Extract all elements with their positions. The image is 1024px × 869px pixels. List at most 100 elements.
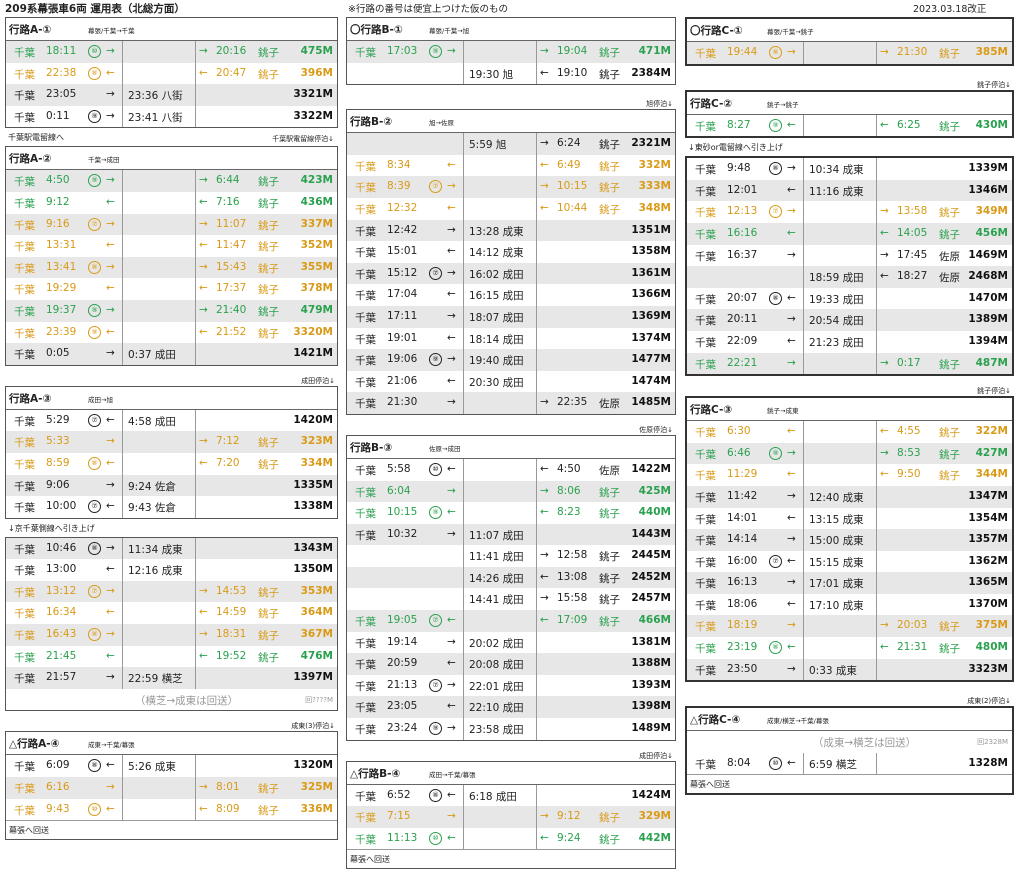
direction-arrow: ← — [106, 325, 115, 338]
origin-station: 千葉 — [355, 724, 376, 737]
timetable-row: 千葉 20:59 ← 20:08 成田 1388M — [347, 653, 675, 675]
dest-station: 銚子 — [599, 812, 620, 825]
origin-time: 17:04 — [387, 288, 418, 301]
direction-arrow: ← — [199, 456, 208, 469]
row-divider — [876, 352, 877, 375]
mid-time-station: 21:23 成田 — [809, 336, 864, 349]
dest-station: 銚子 — [258, 241, 279, 254]
row-divider — [463, 588, 464, 611]
row-divider — [803, 352, 804, 375]
direction-arrow: → — [447, 223, 456, 236]
row-divider — [122, 191, 123, 214]
comment-text: （成東→横芝は回送） — [812, 737, 917, 750]
origin-station: 千葉 — [14, 502, 35, 515]
route-marker: ⑩ — [769, 756, 782, 770]
train-number: 436M — [300, 195, 333, 208]
dest-station: 銚子 — [599, 68, 620, 81]
route-marker: ⑧ — [769, 46, 782, 59]
timetable-row: 千葉 0:11 ⑨ → 23:41 八街 3322M — [6, 105, 337, 128]
origin-time: 16:13 — [727, 576, 758, 589]
timetable-row: 千葉 13:41 ⑧ → → 15:43 銚子 355M — [6, 256, 337, 279]
origin-station: 千葉 — [695, 358, 716, 371]
direction-arrow: ← — [880, 468, 889, 481]
dest-time: 21:31 — [897, 641, 928, 654]
stay-note: 佐原停泊↓ — [346, 415, 676, 435]
train-number: 367M — [300, 628, 333, 641]
row-divider — [876, 244, 877, 267]
row-divider — [803, 615, 804, 638]
row-divider — [122, 580, 123, 603]
direction-arrow: → — [787, 619, 796, 632]
origin-time: 5:58 — [387, 462, 411, 475]
row-divider — [803, 637, 804, 659]
dest-time: 17:37 — [216, 282, 247, 295]
row-divider — [536, 284, 537, 306]
origin-time: 19:14 — [387, 635, 418, 648]
stay-note: 銚子停泊↓ — [685, 376, 1014, 396]
row-divider — [803, 179, 804, 202]
row-divider — [195, 537, 196, 560]
mid-time-station: 18:14 成田 — [469, 333, 524, 346]
row-divider — [876, 266, 877, 288]
row-divider — [195, 798, 196, 821]
row-divider — [463, 502, 464, 524]
timetable-row: 千葉 7:15 → → 9:12 銚子 329M — [347, 806, 675, 828]
direction-arrow: → — [106, 45, 115, 57]
dest-station: 銚子 — [939, 448, 960, 461]
route-block: 千葉 9:48 ⑧ → 10:34 成東 1339M 千葉 12:01 ← 11:16 成東 134… — [685, 156, 1014, 377]
origin-station: 千葉 — [355, 680, 376, 693]
dest-station: 銚子 — [599, 486, 620, 499]
route-header: 行路C-③ 銚子→成東 — [687, 398, 1012, 422]
mid-time-station: 15:00 成東 — [809, 535, 864, 548]
route-block: 行路B-③ 佐原→成田 千葉 5:58 ⑩ ← ← 4:50 佐原 1422M 千葉 6:04 → → 8:… — [346, 434, 676, 741]
origin-station: 千葉 — [355, 833, 376, 846]
train-number: 355M — [300, 260, 333, 273]
timetable-row: 千葉 6:30 ← ← 4:55 銚子 322M — [687, 421, 1012, 443]
dest-time: 8:23 — [557, 506, 581, 519]
route-marker: ⑦ — [88, 500, 101, 514]
mid-time-station: 23:58 成田 — [469, 724, 524, 737]
train-number: 2384M — [631, 66, 671, 79]
route-subtitle: 銚子→成東 — [767, 407, 799, 416]
origin-station: 千葉 — [695, 293, 716, 306]
row-divider — [463, 370, 464, 393]
dest-station: 銚子 — [258, 783, 279, 796]
train-number: 1365M — [968, 576, 1008, 589]
route-marker: ⑨ — [429, 506, 442, 520]
route-header: 行路A-② 千葉→成田 — [6, 147, 337, 171]
direction-arrow: ← — [787, 756, 796, 769]
route-title: 行路A-③ — [9, 392, 52, 405]
dest-time: 9:12 — [557, 810, 581, 823]
origin-station: 千葉 — [14, 543, 35, 556]
direction-arrow: → — [106, 584, 115, 597]
column-c: 〇行路C-① 幕張/千葉→銚子 千葉 19:44 ⑧ → → 21:30 銚子 385M 銚子停泊↓… — [685, 17, 1014, 796]
timetable-row: 千葉 19:05 ⑦ ← ← 17:09 銚子 466M — [347, 610, 675, 632]
dest-station: 銚子 — [258, 651, 279, 664]
route-marker: ⑦ — [769, 554, 782, 568]
train-number: 3322M — [293, 109, 333, 122]
mid-time-station: 6:59 横芝 — [809, 758, 857, 771]
timetable-row: 千葉 19:44 ⑧ → → 21:30 銚子 385M — [687, 42, 1012, 64]
origin-station: 千葉 — [355, 529, 376, 542]
timetable-row: 千葉 14:14 → 15:00 成東 1357M — [687, 529, 1012, 551]
route-subtitle: 成田→旭 — [88, 395, 113, 404]
row-divider — [122, 755, 123, 778]
mid-time-station: 19:40 成田 — [469, 355, 524, 368]
train-number: 349M — [975, 205, 1008, 218]
dest-station: 銚子 — [258, 586, 279, 599]
train-number: 323M — [300, 435, 333, 448]
origin-time: 8:04 — [727, 756, 751, 769]
row-divider — [195, 559, 196, 581]
route-marker: ⑨ — [88, 325, 101, 339]
origin-time: 15:12 — [387, 266, 418, 279]
direction-arrow: → — [787, 248, 796, 261]
train-number: 425M — [638, 484, 671, 497]
origin-time: 13:31 — [46, 239, 77, 252]
train-number: 385M — [975, 46, 1008, 58]
dest-station: 銚子 — [258, 68, 279, 81]
origin-station: 千葉 — [355, 702, 376, 715]
train-number: 1489M — [631, 722, 671, 735]
timetable-row: 14:41 成田 → 15:58 銚子 2457M — [347, 588, 675, 611]
row-divider — [195, 299, 196, 322]
row-divider — [122, 559, 123, 581]
